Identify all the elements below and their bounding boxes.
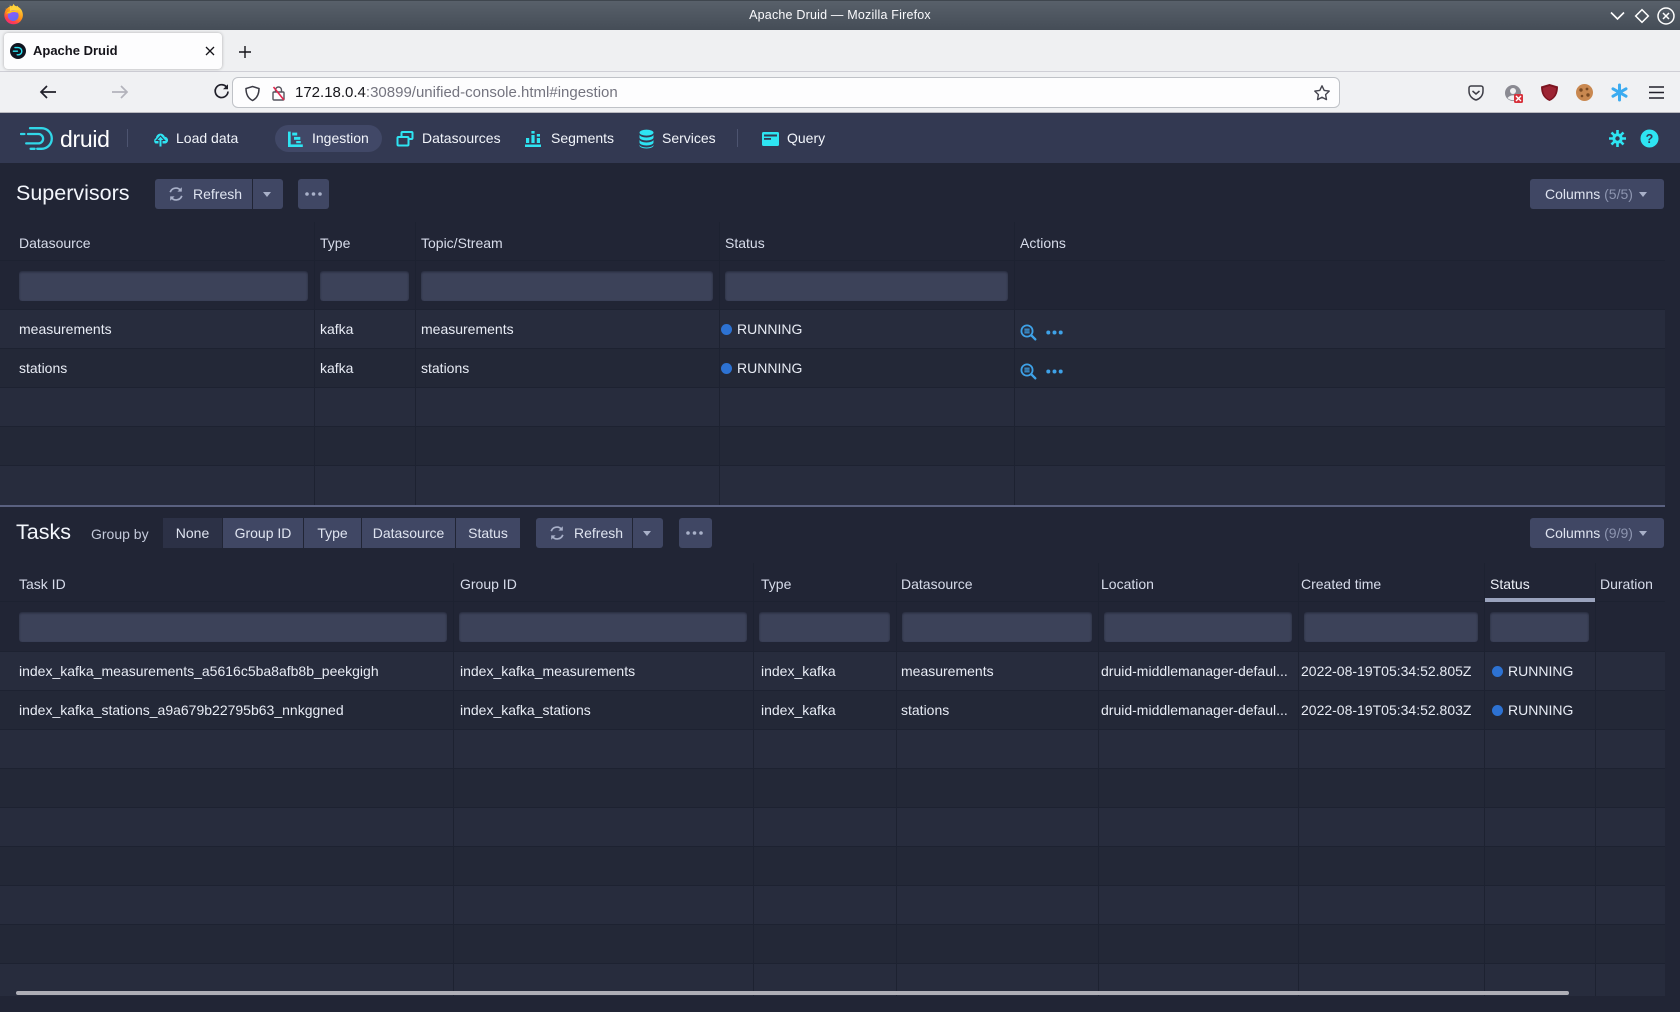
svg-text:?: ? — [1646, 132, 1654, 146]
